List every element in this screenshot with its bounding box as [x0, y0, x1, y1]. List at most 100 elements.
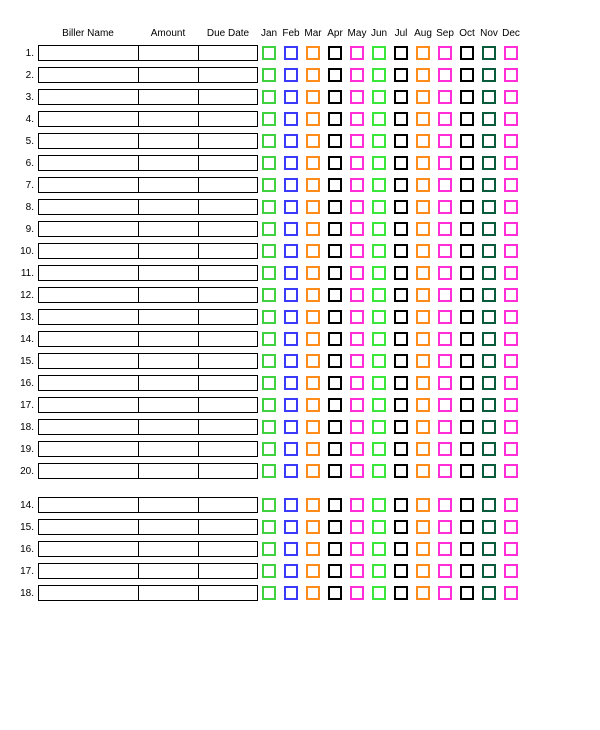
month-checkbox-aug[interactable]: [416, 376, 430, 390]
due-date-input[interactable]: [198, 375, 258, 391]
biller-name-input[interactable]: [38, 287, 138, 303]
month-checkbox-jun[interactable]: [372, 266, 386, 280]
month-checkbox-mar[interactable]: [306, 178, 320, 192]
biller-name-input[interactable]: [38, 563, 138, 579]
month-checkbox-may[interactable]: [350, 90, 364, 104]
month-checkbox-nov[interactable]: [482, 520, 496, 534]
month-checkbox-jun[interactable]: [372, 376, 386, 390]
month-checkbox-mar[interactable]: [306, 586, 320, 600]
month-checkbox-apr[interactable]: [328, 354, 342, 368]
month-checkbox-may[interactable]: [350, 288, 364, 302]
month-checkbox-jan[interactable]: [262, 398, 276, 412]
month-checkbox-jul[interactable]: [394, 354, 408, 368]
month-checkbox-nov[interactable]: [482, 222, 496, 236]
month-checkbox-aug[interactable]: [416, 68, 430, 82]
month-checkbox-dec[interactable]: [504, 244, 518, 258]
month-checkbox-nov[interactable]: [482, 420, 496, 434]
month-checkbox-dec[interactable]: [504, 520, 518, 534]
month-checkbox-sep[interactable]: [438, 354, 452, 368]
biller-name-input[interactable]: [38, 155, 138, 171]
month-checkbox-nov[interactable]: [482, 288, 496, 302]
month-checkbox-oct[interactable]: [460, 542, 474, 556]
month-checkbox-dec[interactable]: [504, 376, 518, 390]
month-checkbox-sep[interactable]: [438, 564, 452, 578]
month-checkbox-oct[interactable]: [460, 332, 474, 346]
due-date-input[interactable]: [198, 353, 258, 369]
month-checkbox-nov[interactable]: [482, 90, 496, 104]
month-checkbox-apr[interactable]: [328, 564, 342, 578]
month-checkbox-oct[interactable]: [460, 68, 474, 82]
month-checkbox-jun[interactable]: [372, 332, 386, 346]
month-checkbox-aug[interactable]: [416, 420, 430, 434]
month-checkbox-feb[interactable]: [284, 564, 298, 578]
amount-input[interactable]: [138, 585, 198, 601]
month-checkbox-jun[interactable]: [372, 46, 386, 60]
month-checkbox-aug[interactable]: [416, 498, 430, 512]
month-checkbox-jul[interactable]: [394, 442, 408, 456]
month-checkbox-sep[interactable]: [438, 586, 452, 600]
month-checkbox-sep[interactable]: [438, 68, 452, 82]
due-date-input[interactable]: [198, 111, 258, 127]
biller-name-input[interactable]: [38, 133, 138, 149]
month-checkbox-apr[interactable]: [328, 586, 342, 600]
month-checkbox-jun[interactable]: [372, 288, 386, 302]
month-checkbox-jan[interactable]: [262, 564, 276, 578]
month-checkbox-mar[interactable]: [306, 332, 320, 346]
month-checkbox-nov[interactable]: [482, 542, 496, 556]
month-checkbox-nov[interactable]: [482, 310, 496, 324]
biller-name-input[interactable]: [38, 265, 138, 281]
due-date-input[interactable]: [198, 541, 258, 557]
month-checkbox-nov[interactable]: [482, 68, 496, 82]
due-date-input[interactable]: [198, 177, 258, 193]
month-checkbox-may[interactable]: [350, 156, 364, 170]
month-checkbox-nov[interactable]: [482, 112, 496, 126]
month-checkbox-mar[interactable]: [306, 542, 320, 556]
month-checkbox-oct[interactable]: [460, 564, 474, 578]
biller-name-input[interactable]: [38, 331, 138, 347]
amount-input[interactable]: [138, 441, 198, 457]
month-checkbox-feb[interactable]: [284, 222, 298, 236]
month-checkbox-jun[interactable]: [372, 564, 386, 578]
month-checkbox-feb[interactable]: [284, 520, 298, 534]
month-checkbox-may[interactable]: [350, 354, 364, 368]
month-checkbox-apr[interactable]: [328, 420, 342, 434]
month-checkbox-mar[interactable]: [306, 442, 320, 456]
month-checkbox-dec[interactable]: [504, 112, 518, 126]
month-checkbox-oct[interactable]: [460, 134, 474, 148]
month-checkbox-may[interactable]: [350, 332, 364, 346]
month-checkbox-apr[interactable]: [328, 112, 342, 126]
month-checkbox-dec[interactable]: [504, 68, 518, 82]
month-checkbox-nov[interactable]: [482, 498, 496, 512]
month-checkbox-feb[interactable]: [284, 586, 298, 600]
month-checkbox-oct[interactable]: [460, 200, 474, 214]
month-checkbox-nov[interactable]: [482, 354, 496, 368]
month-checkbox-jan[interactable]: [262, 46, 276, 60]
month-checkbox-jun[interactable]: [372, 442, 386, 456]
month-checkbox-jan[interactable]: [262, 442, 276, 456]
month-checkbox-may[interactable]: [350, 442, 364, 456]
month-checkbox-feb[interactable]: [284, 46, 298, 60]
month-checkbox-jan[interactable]: [262, 266, 276, 280]
biller-name-input[interactable]: [38, 67, 138, 83]
month-checkbox-jun[interactable]: [372, 134, 386, 148]
month-checkbox-jun[interactable]: [372, 520, 386, 534]
month-checkbox-jul[interactable]: [394, 156, 408, 170]
month-checkbox-oct[interactable]: [460, 520, 474, 534]
month-checkbox-feb[interactable]: [284, 112, 298, 126]
month-checkbox-jun[interactable]: [372, 112, 386, 126]
month-checkbox-jul[interactable]: [394, 244, 408, 258]
month-checkbox-sep[interactable]: [438, 376, 452, 390]
due-date-input[interactable]: [198, 497, 258, 513]
month-checkbox-sep[interactable]: [438, 498, 452, 512]
month-checkbox-jul[interactable]: [394, 332, 408, 346]
biller-name-input[interactable]: [38, 419, 138, 435]
biller-name-input[interactable]: [38, 45, 138, 61]
month-checkbox-jul[interactable]: [394, 178, 408, 192]
month-checkbox-jul[interactable]: [394, 310, 408, 324]
biller-name-input[interactable]: [38, 221, 138, 237]
month-checkbox-nov[interactable]: [482, 46, 496, 60]
month-checkbox-may[interactable]: [350, 398, 364, 412]
due-date-input[interactable]: [198, 89, 258, 105]
month-checkbox-sep[interactable]: [438, 520, 452, 534]
month-checkbox-apr[interactable]: [328, 178, 342, 192]
